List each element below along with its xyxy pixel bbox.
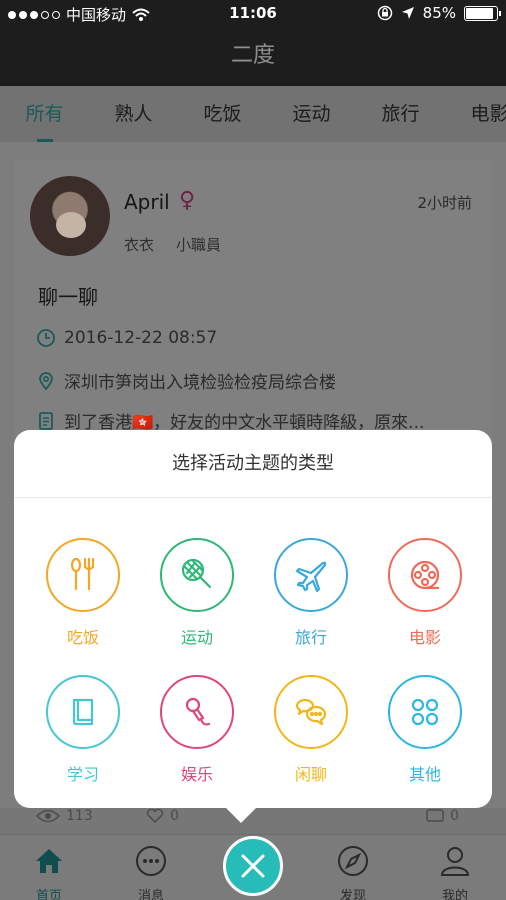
type-chat[interactable]: 闲聊 bbox=[261, 675, 361, 785]
sheet-title: 选择活动主题的类型 bbox=[14, 430, 492, 498]
microphone-icon bbox=[185, 697, 211, 726]
tab-acquaintances[interactable]: 熟人 bbox=[89, 86, 178, 142]
battery-percent: 85% bbox=[422, 4, 456, 22]
card-stats: 113 0 0 bbox=[0, 808, 506, 834]
tabbar-home[interactable]: 首页 bbox=[9, 845, 89, 900]
location-pin-icon bbox=[39, 371, 53, 390]
type-movies[interactable]: 电影 bbox=[375, 538, 475, 648]
user-tags: 衣衣 小職員 bbox=[124, 234, 221, 255]
close-icon bbox=[241, 854, 265, 878]
views-stat: 113 bbox=[36, 808, 93, 824]
tab-dining[interactable]: 吃饭 bbox=[178, 86, 267, 142]
chat-bubbles-icon bbox=[295, 698, 327, 726]
film-reel-icon bbox=[410, 560, 440, 590]
compass-icon bbox=[338, 846, 368, 876]
type-travel[interactable]: 旅行 bbox=[261, 538, 361, 648]
nav-title: 二度 bbox=[0, 28, 506, 86]
activity-type-sheet: 选择活动主题的类型 吃饭 运动 旅行 电影 学习 娱乐 闲聊 其他 bbox=[14, 430, 492, 808]
type-other[interactable]: 其他 bbox=[375, 675, 475, 785]
book-icon bbox=[72, 698, 94, 726]
user-tag: 衣衣 bbox=[124, 236, 155, 254]
comment-icon bbox=[426, 809, 444, 822]
tabbar-discover[interactable]: 发现 bbox=[313, 845, 393, 900]
airplane-icon bbox=[295, 561, 327, 593]
tab-sports[interactable]: 运动 bbox=[267, 86, 356, 142]
clock-icon bbox=[37, 329, 55, 347]
type-dining[interactable]: 吃饭 bbox=[33, 538, 133, 648]
female-icon: ♀ bbox=[179, 188, 196, 213]
rotation-lock-icon bbox=[377, 5, 392, 21]
activity-location: 深圳市笋岗出入境检验检疫局综合楼 bbox=[64, 373, 336, 393]
user-tag: 小職員 bbox=[176, 236, 222, 254]
activity-location-row: 深圳市笋岗出入境检验检疫局综合楼 bbox=[36, 368, 336, 393]
type-entertainment[interactable]: 娱乐 bbox=[147, 675, 247, 785]
comments-stat[interactable]: 0 bbox=[426, 808, 459, 824]
location-arrow-icon bbox=[401, 7, 414, 19]
racket-icon bbox=[181, 558, 212, 589]
eye-icon bbox=[36, 809, 60, 823]
type-study[interactable]: 学习 bbox=[33, 675, 133, 785]
category-tabs: 所有 熟人 吃饭 运动 旅行 电影 bbox=[0, 86, 506, 142]
likes-stat[interactable]: 0 bbox=[146, 808, 179, 824]
apps-grid-icon bbox=[411, 698, 439, 726]
document-icon bbox=[39, 411, 53, 430]
tabbar-profile[interactable]: 我的 bbox=[415, 845, 495, 900]
fork-spoon-icon bbox=[70, 557, 95, 591]
tab-all[interactable]: 所有 bbox=[0, 86, 89, 142]
activity-title: 聊一聊 bbox=[38, 285, 98, 309]
home-icon bbox=[36, 849, 62, 873]
heart-icon bbox=[146, 809, 164, 823]
type-sports[interactable]: 运动 bbox=[147, 538, 247, 648]
status-bar: 中国移动 11:06 85% bbox=[0, 0, 506, 28]
activity-datetime: 2016-12-22 08:57 bbox=[64, 328, 218, 348]
post-time: 2小时前 bbox=[417, 194, 472, 212]
close-button[interactable] bbox=[223, 836, 283, 896]
profile-icon bbox=[440, 847, 470, 876]
tab-movies[interactable]: 电影 bbox=[445, 86, 506, 142]
chat-icon bbox=[136, 846, 166, 876]
activity-time-row: 2016-12-22 08:57 bbox=[36, 328, 217, 348]
user-name: April bbox=[124, 190, 170, 214]
battery-icon bbox=[464, 5, 501, 21]
tab-travel[interactable]: 旅行 bbox=[356, 86, 445, 142]
avatar[interactable] bbox=[30, 176, 110, 256]
tabbar-messages[interactable]: 消息 bbox=[111, 845, 191, 900]
